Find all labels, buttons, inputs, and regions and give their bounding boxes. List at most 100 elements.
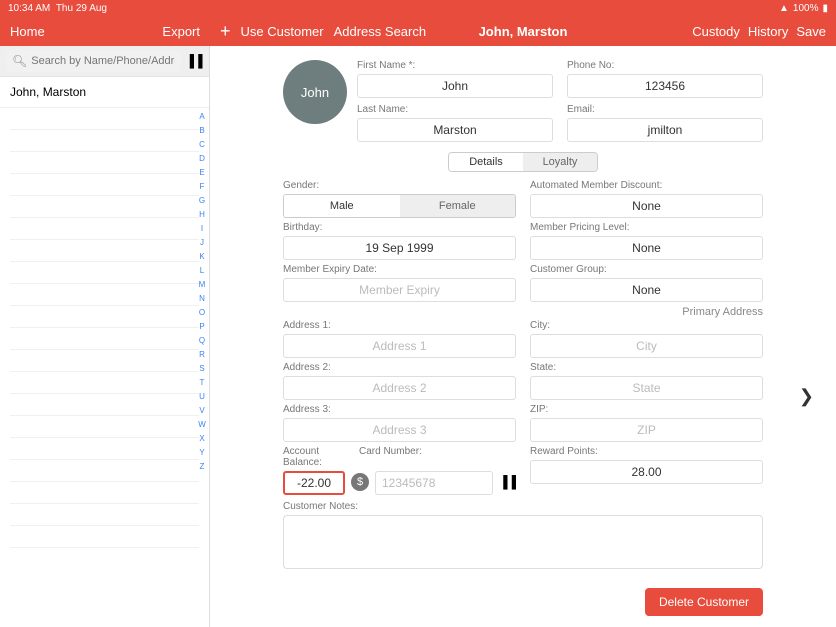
city-input[interactable]: City	[530, 334, 763, 358]
tab-details[interactable]: Details	[449, 153, 523, 171]
card-input[interactable]	[375, 471, 493, 495]
header: Home Export + Use Customer Address Searc…	[0, 16, 836, 46]
gender-male[interactable]: Male	[284, 195, 400, 217]
save-button[interactable]: Save	[796, 24, 826, 39]
index-T[interactable]: T	[197, 378, 207, 387]
state-input[interactable]: State	[530, 376, 763, 400]
first-name-label: First Name *:	[357, 60, 553, 71]
index-U[interactable]: U	[197, 392, 207, 401]
state-label: State:	[530, 362, 763, 373]
history-button[interactable]: History	[748, 24, 788, 39]
reward-label: Reward Points:	[530, 446, 763, 457]
wifi-icon: ▲	[779, 3, 789, 14]
tab-loyalty[interactable]: Loyalty	[523, 153, 597, 171]
barcode-icon[interactable]: ▐▐	[499, 475, 516, 489]
birthday-label: Birthday:	[283, 222, 516, 233]
index-E[interactable]: E	[197, 168, 207, 177]
search-box[interactable]: 🔍︎	[6, 50, 181, 72]
status-date: Thu 29 Aug	[56, 3, 107, 14]
index-Q[interactable]: Q	[197, 336, 207, 345]
phone-input[interactable]	[567, 74, 763, 98]
group-select[interactable]: None	[530, 278, 763, 302]
index-A[interactable]: A	[197, 112, 207, 121]
index-H[interactable]: H	[197, 210, 207, 219]
index-S[interactable]: S	[197, 364, 207, 373]
index-G[interactable]: G	[197, 196, 207, 205]
city-label: City:	[530, 320, 763, 331]
export-button[interactable]: Export	[162, 24, 200, 39]
avatar: John	[283, 60, 347, 124]
expiry-input[interactable]: Member Expiry	[283, 278, 516, 302]
list-item[interactable]: John, Marston	[0, 77, 209, 108]
home-button[interactable]: Home	[10, 24, 45, 39]
dollar-icon[interactable]: $	[351, 473, 369, 491]
balance-value[interactable]: -22.00	[283, 471, 345, 495]
birthday-input[interactable]: 19 Sep 1999	[283, 236, 516, 260]
zip-input[interactable]: ZIP	[530, 418, 763, 442]
address3-label: Address 3:	[283, 404, 516, 415]
index-R[interactable]: R	[197, 350, 207, 359]
last-name-label: Last Name:	[357, 104, 553, 115]
index-Y[interactable]: Y	[197, 448, 207, 457]
group-label: Customer Group:	[530, 264, 763, 275]
add-customer-icon[interactable]: +	[220, 22, 231, 40]
expiry-label: Member Expiry Date:	[283, 264, 516, 275]
email-input[interactable]	[567, 118, 763, 142]
pricing-label: Member Pricing Level:	[530, 222, 763, 233]
details-loyalty-tabs[interactable]: Details Loyalty	[448, 152, 598, 172]
gender-toggle[interactable]: Male Female	[283, 194, 516, 218]
index-M[interactable]: M	[197, 280, 207, 289]
gender-label: Gender:	[283, 180, 516, 191]
alpha-index[interactable]: ABCDEFGHIJKLMNOPQRSTUVWXYZ	[197, 112, 207, 471]
battery-pct: 100%	[793, 3, 819, 14]
use-customer-button[interactable]: Use Customer	[241, 24, 324, 39]
card-label: Card Number:	[359, 446, 422, 468]
email-label: Email:	[567, 104, 763, 115]
index-C[interactable]: C	[197, 140, 207, 149]
discount-label: Automated Member Discount:	[530, 180, 763, 191]
notes-label: Customer Notes:	[283, 501, 763, 512]
address1-label: Address 1:	[283, 320, 516, 331]
delete-customer-button[interactable]: Delete Customer	[645, 588, 763, 616]
barcode-scan-icon[interactable]: ▐▐	[185, 54, 203, 68]
index-O[interactable]: O	[197, 308, 207, 317]
first-name-input[interactable]	[357, 74, 553, 98]
phone-label: Phone No:	[567, 60, 763, 71]
index-K[interactable]: K	[197, 252, 207, 261]
index-W[interactable]: W	[197, 420, 207, 429]
sidebar: 🔍︎ ▐▐ John, Marston ABCDEFGHIJKLMNOPQRST…	[0, 46, 210, 627]
gender-female[interactable]: Female	[400, 195, 516, 217]
notes-input[interactable]	[283, 515, 763, 569]
index-Z[interactable]: Z	[197, 462, 207, 471]
address3-input[interactable]: Address 3	[283, 418, 516, 442]
custody-button[interactable]: Custody	[692, 24, 740, 39]
pricing-select[interactable]: None	[530, 236, 763, 260]
index-J[interactable]: J	[197, 238, 207, 247]
address2-input[interactable]: Address 2	[283, 376, 516, 400]
index-V[interactable]: V	[197, 406, 207, 415]
reward-value[interactable]: 28.00	[530, 460, 763, 484]
last-name-input[interactable]	[357, 118, 553, 142]
search-input[interactable]	[31, 55, 175, 67]
address1-input[interactable]: Address 1	[283, 334, 516, 358]
index-N[interactable]: N	[197, 294, 207, 303]
index-X[interactable]: X	[197, 434, 207, 443]
zip-label: ZIP:	[530, 404, 763, 415]
discount-select[interactable]: None	[530, 194, 763, 218]
index-L[interactable]: L	[197, 266, 207, 275]
search-icon: 🔍︎	[12, 54, 27, 68]
index-P[interactable]: P	[197, 322, 207, 331]
status-bar: 10:34 AM Thu 29 Aug ▲ 100% ▮	[0, 0, 836, 16]
address2-label: Address 2:	[283, 362, 516, 373]
status-time: 10:34 AM	[8, 3, 50, 14]
chevron-right-icon[interactable]: ❯	[799, 386, 814, 407]
address-search-button[interactable]: Address Search	[334, 24, 427, 39]
index-F[interactable]: F	[197, 182, 207, 191]
page-title: John, Marston	[479, 24, 568, 39]
primary-address-label: Primary Address	[530, 306, 763, 318]
index-I[interactable]: I	[197, 224, 207, 233]
balance-label: Account Balance:	[283, 446, 345, 468]
index-B[interactable]: B	[197, 126, 207, 135]
detail-panel: John First Name *: Phone No: Last Name:	[210, 46, 836, 627]
index-D[interactable]: D	[197, 154, 207, 163]
